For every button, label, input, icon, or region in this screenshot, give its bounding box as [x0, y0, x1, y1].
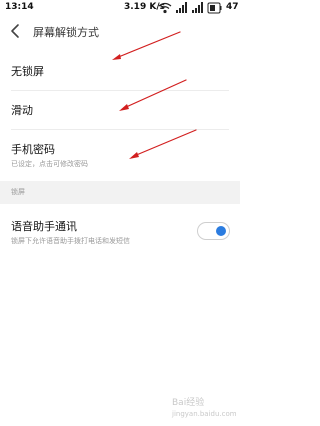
option-slide-label: 滑动 [11, 104, 33, 117]
chevron-left-icon [11, 24, 19, 38]
signal-icon [176, 2, 187, 13]
section-title: 锁屏 [11, 188, 25, 196]
header-bar: 屏幕解锁方式 [0, 16, 240, 46]
watermark: Bai经验 jingyan.baidu.com [172, 398, 237, 422]
option-slide[interactable] [0, 91, 240, 129]
battery-icon [207, 2, 222, 14]
voice-assistant-label: 语音助手通讯 [11, 220, 77, 233]
status-time: 13:14 [5, 2, 34, 12]
toggle-knob [216, 226, 226, 236]
watermark-logo: Bai经验 [172, 398, 205, 408]
voice-assistant-toggle[interactable] [197, 222, 230, 240]
option-password-label: 手机密码 [11, 143, 55, 156]
page-title: 屏幕解锁方式 [33, 26, 99, 39]
section-header-lock: 锁屏 [0, 181, 240, 204]
signal-icon [192, 2, 203, 13]
status-icons [158, 2, 222, 14]
watermark-url: jingyan.baidu.com [172, 410, 237, 418]
back-button[interactable] [8, 22, 24, 40]
wifi-icon [158, 2, 172, 14]
status-bar: 13:14 3.19 K/s 47 [0, 0, 240, 16]
option-no-lock-label: 无锁屏 [11, 65, 44, 78]
voice-assistant-description: 锁屏下允许语音助手拨打电话和发短信 [11, 237, 130, 245]
option-password-subtitle: 已设定，点击可修改密码 [11, 160, 88, 168]
battery-level: 47 [226, 2, 239, 12]
